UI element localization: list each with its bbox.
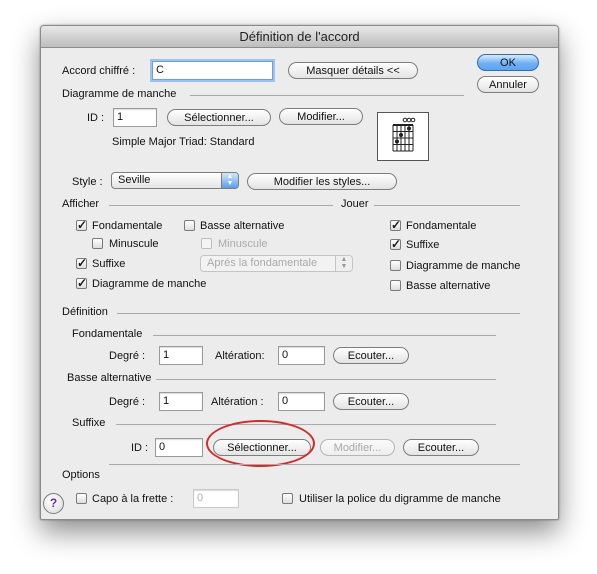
- show-bass-label: Basse alternative: [200, 220, 285, 232]
- bass-listen-button[interactable]: Ecouter...: [333, 393, 409, 410]
- options-section-label: Options: [62, 469, 100, 481]
- diagram-id-input[interactable]: 1: [113, 108, 157, 127]
- diagram-section-label: Diagramme de manche: [62, 88, 177, 100]
- play-root-checkbox[interactable]: ✓: [390, 219, 401, 231]
- help-icon[interactable]: ?: [43, 493, 64, 514]
- root-section-label: Fondamentale: [72, 328, 143, 340]
- show-bass-lowercase-label: Minuscule: [218, 238, 268, 250]
- root-separator: [153, 335, 496, 336]
- options-separator: [109, 464, 520, 465]
- show-root-label: Fondamentale: [92, 220, 163, 232]
- chord-diagram-icon: [392, 117, 416, 152]
- play-bass-label: Basse alternative: [406, 280, 491, 292]
- diagram-separator: [190, 95, 464, 96]
- root-alteration-label: Altération:: [215, 350, 265, 362]
- play-root-label: Fondamentale: [406, 220, 477, 232]
- show-root-lowercase-label: Minuscule: [109, 238, 159, 250]
- show-root-checkbox[interactable]: ✓: [76, 219, 87, 231]
- cancel-button[interactable]: Annuler: [477, 76, 539, 93]
- show-root-lowercase-checkbox[interactable]: [92, 238, 103, 249]
- use-diagram-font-checkbox[interactable]: [282, 493, 293, 504]
- show-bass-checkbox[interactable]: [184, 220, 195, 231]
- diagram-select-button[interactable]: Sélectionner...: [167, 109, 271, 126]
- show-bass-lowercase-checkbox[interactable]: [201, 238, 212, 249]
- play-bass-checkbox[interactable]: [390, 280, 401, 291]
- use-diagram-font-label: Utiliser la police du digramme de manche: [299, 493, 501, 505]
- show-suffix-checkbox[interactable]: ✓: [76, 257, 87, 269]
- bass-alteration-label: Altération :: [211, 396, 264, 408]
- suffix-section-label: Suffixe: [72, 417, 106, 429]
- play-suffix-checkbox[interactable]: ✓: [390, 238, 401, 250]
- play-diagram-checkbox[interactable]: [390, 260, 401, 271]
- suffix-id-input[interactable]: 0: [155, 438, 203, 457]
- bass-section-label: Basse alternative: [67, 372, 152, 384]
- diagram-id-label: ID :: [87, 112, 105, 124]
- style-popup[interactable]: Seville ▲ ▼: [111, 172, 239, 189]
- root-degree-label: Degré :: [109, 350, 146, 362]
- ok-button[interactable]: OK: [477, 54, 539, 71]
- popup-arrows-icon: ▲ ▼: [221, 173, 238, 188]
- display-section-label: Afficher: [62, 198, 100, 210]
- show-suffix-label: Suffixe: [92, 258, 126, 270]
- chord-definition-dialog: Définition de l'accord Accord chiffré : …: [40, 25, 559, 520]
- bass-degree-label: Degré :: [109, 396, 146, 408]
- highlight-circle: [206, 420, 315, 467]
- bass-degree-input[interactable]: 1: [159, 392, 203, 411]
- suffix-position-value: Aprés la fondamentale: [207, 257, 318, 269]
- play-section-label: Jouer: [341, 198, 369, 210]
- definition-separator: [117, 313, 520, 314]
- root-degree-input[interactable]: 1: [159, 346, 203, 365]
- modify-styles-button[interactable]: Modifier les styles...: [247, 173, 397, 190]
- play-suffix-label: Suffixe: [406, 239, 440, 251]
- style-label: Style :: [72, 176, 103, 188]
- diagram-description: Simple Major Triad: Standard: [112, 136, 255, 148]
- show-diagram-checkbox[interactable]: ✓: [76, 277, 87, 289]
- capo-fret-input[interactable]: 0: [193, 489, 239, 508]
- chord-input[interactable]: C: [152, 61, 273, 80]
- definition-section-label: Définition: [62, 306, 108, 318]
- popup-arrows-icon: ▲ ▼: [335, 256, 352, 271]
- bass-alteration-input[interactable]: 0: [278, 392, 325, 411]
- window-title: Définition de l'accord: [41, 26, 558, 48]
- display-separator: [109, 205, 333, 206]
- root-alteration-input[interactable]: 0: [278, 346, 325, 365]
- bass-separator: [156, 379, 496, 380]
- suffix-id-label: ID :: [131, 442, 149, 454]
- chord-label: Accord chiffré :: [62, 65, 136, 77]
- chord-diagram-preview: [377, 112, 429, 161]
- root-listen-button[interactable]: Ecouter...: [333, 347, 409, 364]
- suffix-position-popup[interactable]: Aprés la fondamentale ▲ ▼: [200, 255, 353, 272]
- diagram-modify-button[interactable]: Modifier...: [279, 108, 363, 125]
- capo-checkbox[interactable]: [76, 493, 87, 504]
- play-diagram-label: Diagramme de manche: [406, 260, 521, 272]
- play-separator: [374, 205, 520, 206]
- capo-label: Capo à la frette :: [92, 493, 174, 505]
- suffix-listen-button[interactable]: Ecouter...: [403, 439, 479, 456]
- suffix-modify-button[interactable]: Modifier...: [320, 439, 395, 456]
- hide-details-button[interactable]: Masquer détails <<: [288, 62, 418, 79]
- style-popup-value: Seville: [118, 174, 151, 186]
- show-diagram-label: Diagramme de manche: [92, 278, 207, 290]
- suffix-separator: [116, 424, 496, 425]
